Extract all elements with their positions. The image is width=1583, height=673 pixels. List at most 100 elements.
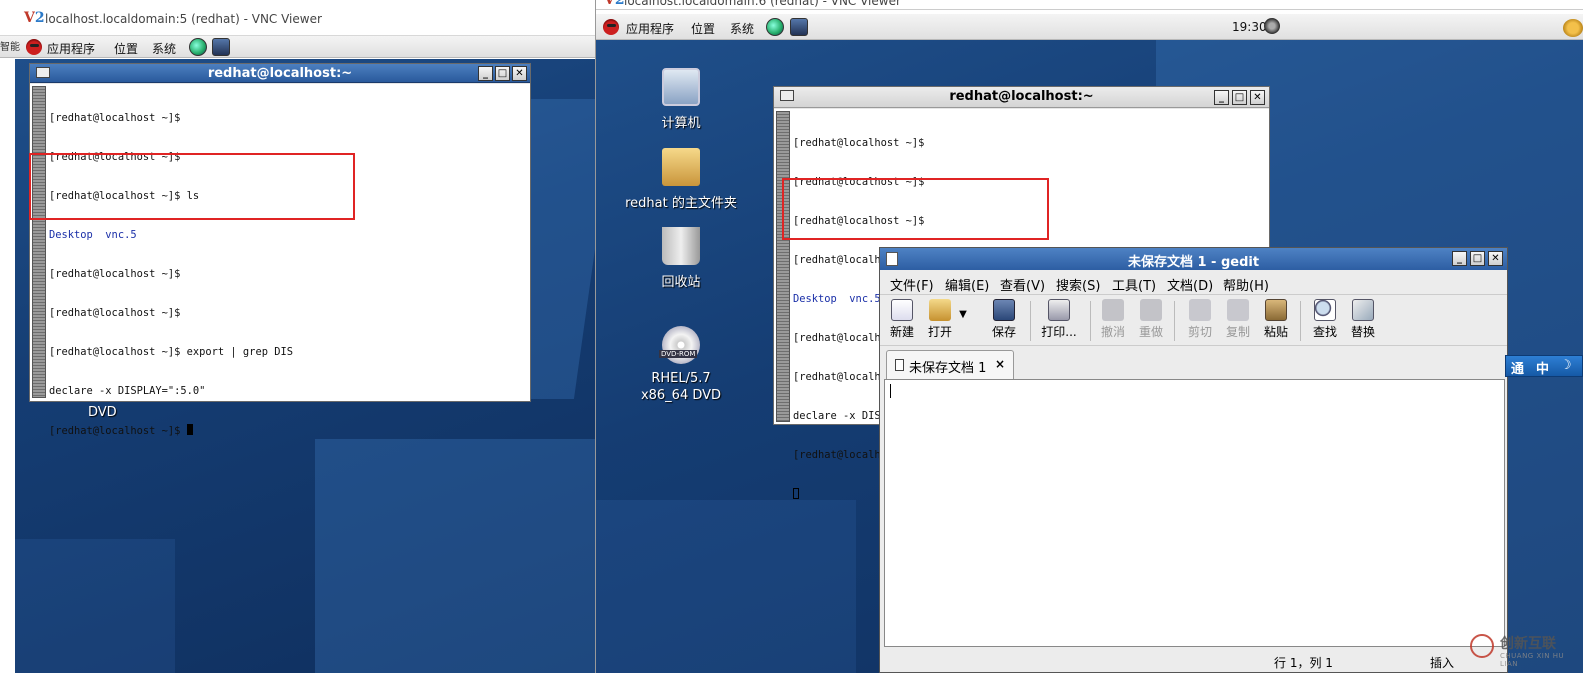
redhat-logo-icon[interactable]	[603, 19, 619, 35]
copy-icon	[1227, 299, 1249, 321]
replace-button[interactable]: 替换	[1343, 299, 1383, 340]
ime-moon-icon[interactable]: ☽	[1560, 358, 1572, 373]
save-icon	[993, 299, 1015, 321]
terminal-body[interactable]: [redhat@localhost ~]$ [redhat@localhost …	[30, 84, 530, 437]
close-icon[interactable]: ✕	[1250, 90, 1265, 105]
close-icon[interactable]: ✕	[1488, 251, 1503, 266]
browser-launcher-icon[interactable]	[189, 38, 207, 56]
dvd-icon: DVD-ROM	[659, 326, 700, 364]
menu-view[interactable]: 查看(V)	[1000, 275, 1045, 294]
vnc-viewer-right: V2 localhost.localdomain:6 (redhat) - VN…	[595, 0, 1583, 673]
redhat-logo-icon[interactable]	[26, 39, 42, 55]
gedit-titlebar[interactable]: 未保存文档 1 - gedit _ □ ✕	[880, 248, 1507, 270]
new-button[interactable]: 新建	[882, 299, 922, 340]
menu-applications[interactable]: 应用程序	[626, 20, 674, 37]
terminal-cursor	[793, 488, 799, 499]
open-button[interactable]: 打开	[920, 299, 960, 340]
terminal-titlebar[interactable]: redhat@localhost:~ _ □ ✕	[30, 64, 530, 83]
tab-close-icon[interactable]: ×	[995, 357, 1005, 371]
ime-mode-icon[interactable]: 通	[1511, 358, 1524, 377]
watermark-subtext: CHUANG XIN HU LIAN	[1500, 652, 1565, 668]
gedit-text-area[interactable]	[884, 379, 1505, 647]
print-icon	[1048, 299, 1070, 321]
vnc-right-titlebar[interactable]: V2 localhost.localdomain:6 (redhat) - VN…	[596, 0, 1583, 10]
terminal-scrollbar[interactable]	[776, 111, 790, 422]
terminal-line: [redhat@localhost ~]$ export | grep DIS	[49, 346, 293, 358]
terminal-prompt: [redhat@localhost ~]$	[49, 425, 187, 437]
maximize-icon[interactable]: □	[1470, 251, 1485, 266]
ime-language-icon[interactable]: 中	[1536, 358, 1549, 377]
ime-toolbar[interactable]: 通 中 ☽	[1505, 355, 1583, 377]
minimize-icon[interactable]: _	[1452, 251, 1467, 266]
save-button[interactable]: 保存	[984, 299, 1024, 340]
terminal-title: redhat@localhost:~	[207, 66, 353, 81]
gedit-window[interactable]: 未保存文档 1 - gedit _ □ ✕ 文件(F) 编辑(E) 查看(V) …	[879, 247, 1508, 673]
panel-clock[interactable]: 19:30	[1232, 20, 1267, 34]
menu-places[interactable]: 位置	[114, 40, 138, 57]
paste-icon	[1265, 299, 1287, 321]
paste-button[interactable]: 粘贴	[1256, 299, 1296, 340]
terminal-launcher-icon[interactable]	[212, 38, 230, 56]
dvd-badge: DVD-ROM	[659, 350, 698, 358]
terminal-line: [redhat@localhost ~]$	[49, 307, 181, 319]
terminal-launcher-icon[interactable]	[790, 18, 808, 36]
terminal-line: Desktop vnc.5	[49, 229, 137, 241]
desktop-icon-computer[interactable]: 计算机	[626, 68, 736, 131]
terminal-window-left[interactable]: redhat@localhost:~ _ □ ✕ [redhat@localho…	[29, 63, 531, 437]
menu-help[interactable]: 帮助(H)	[1223, 275, 1269, 294]
terminal-output: [redhat@localhost ~]$ [redhat@localhost …	[49, 86, 293, 464]
vnc-left-titlebar[interactable]: V2 localhost.localdomain:5 (redhat) - VN…	[0, 0, 595, 36]
menu-file[interactable]: 文件(F)	[890, 275, 934, 294]
find-button[interactable]: 查找	[1305, 299, 1345, 340]
desktop-icon-home[interactable]: redhat 的主文件夹	[616, 148, 746, 211]
notification-icon[interactable]	[1563, 19, 1583, 37]
terminal-cursor	[186, 424, 193, 435]
menu-search[interactable]: 搜索(S)	[1056, 275, 1100, 294]
terminal-scrollbar[interactable]	[32, 86, 46, 398]
vnc-logo-icon: V2	[24, 10, 45, 26]
chevron-down-icon: ▼	[959, 309, 967, 320]
redo-button[interactable]: 重做	[1131, 299, 1171, 340]
toolbar-separator	[1300, 301, 1301, 341]
close-icon[interactable]: ✕	[512, 66, 527, 81]
text-caret	[890, 384, 891, 398]
vnc-left-title: localhost.localdomain:5 (redhat) - VNC V…	[45, 12, 322, 26]
terminal-titlebar[interactable]: redhat@localhost:~ _ □ ✕	[774, 87, 1269, 108]
menu-tools[interactable]: 工具(T)	[1112, 275, 1156, 294]
desktop-icon-trash[interactable]: 回收站	[626, 227, 736, 290]
desktop-icon-label: 计算机	[661, 116, 701, 131]
desktop-icon-dvd[interactable]: DVD-ROM RHEL/5.7 x86_64 DVD	[618, 326, 744, 404]
print-button[interactable]: 打印...	[1036, 299, 1082, 340]
replace-icon	[1352, 299, 1374, 321]
terminal-line: [redhat@localhost ~]$	[49, 112, 181, 124]
menu-system[interactable]: 系统	[730, 20, 754, 37]
toolbar-separator	[1090, 301, 1091, 341]
side-label: 智能	[0, 42, 20, 53]
desktop-icon-label: redhat 的主文件夹	[625, 196, 737, 211]
maximize-icon[interactable]: □	[1232, 90, 1247, 105]
undo-button[interactable]: 撤消	[1093, 299, 1133, 340]
cut-button[interactable]: 剪切	[1180, 299, 1220, 340]
menu-places[interactable]: 位置	[691, 20, 715, 37]
volume-icon[interactable]	[1264, 18, 1280, 34]
terminal-line: declare -x DISPLAY=":5.0"	[49, 385, 206, 397]
maximize-icon[interactable]: □	[495, 66, 510, 81]
new-document-icon	[891, 299, 913, 321]
gedit-title: 未保存文档 1 - gedit	[1127, 255, 1260, 270]
open-recent-dropdown[interactable]: ▼	[956, 309, 970, 320]
find-icon	[1314, 299, 1336, 321]
window-minimize-icon[interactable]: —	[1539, 0, 1552, 7]
trash-icon	[662, 227, 700, 265]
vnc-viewer-left: V2 localhost.localdomain:5 (redhat) - VN…	[0, 0, 595, 673]
browser-launcher-icon[interactable]	[766, 18, 784, 36]
menu-system[interactable]: 系统	[152, 40, 176, 57]
minimize-icon[interactable]: _	[478, 66, 493, 81]
menu-applications[interactable]: 应用程序	[47, 40, 95, 57]
menu-documents[interactable]: 文档(D)	[1167, 275, 1213, 294]
tab-untitled-document[interactable]: 未保存文档 1 ×	[886, 350, 1014, 379]
copy-button[interactable]: 复制	[1218, 299, 1258, 340]
open-folder-icon	[929, 299, 951, 321]
desktop-icon-label: RHEL/5.7 x86_64 DVD	[640, 371, 722, 403]
minimize-icon[interactable]: _	[1214, 90, 1229, 105]
menu-edit[interactable]: 编辑(E)	[945, 275, 989, 294]
